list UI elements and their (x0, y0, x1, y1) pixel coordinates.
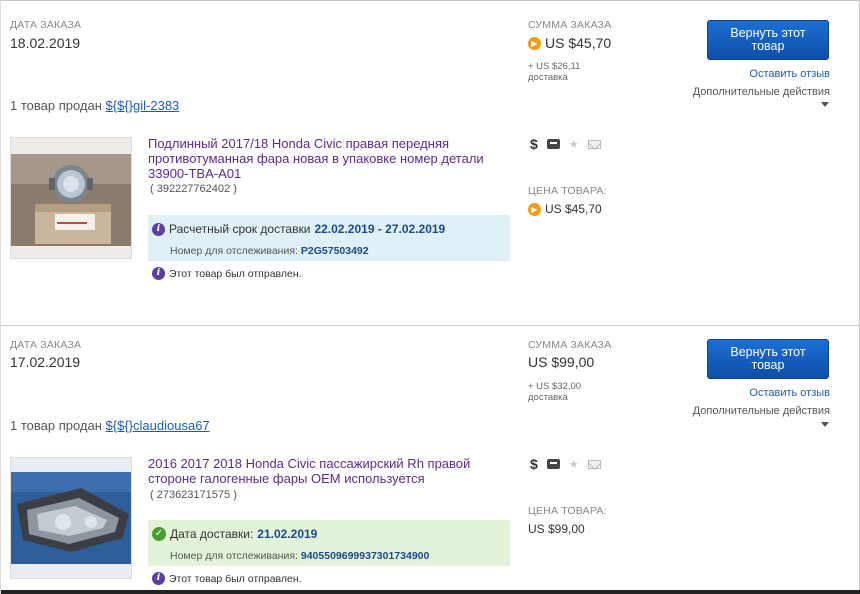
info-icon: i (152, 572, 165, 585)
delivery-status: i Расчетный срок доставки 22.02.2019 - 2… (148, 215, 510, 261)
tracking-label: Номер для отслеживания: (170, 245, 298, 257)
orders-page: ДАТА ЗАКАЗА 18.02.2019 СУММА ЗАКАЗА ▶ US… (0, 0, 860, 594)
order-total-value: US $45,70 (545, 35, 612, 51)
order-date-label: ДАТА ЗАКАЗА (10, 19, 82, 31)
order-total: ▶ US $45,70 (528, 35, 611, 51)
item-thumbnail[interactable] (10, 137, 132, 259)
headlight-image (11, 458, 131, 578)
item-price: US $99,00 (528, 522, 585, 536)
status-icons: $ ★ (530, 136, 601, 152)
return-item-button[interactable]: Вернуть этот товар (707, 339, 829, 379)
dollar-icon: $ (530, 456, 538, 472)
order-total-label: СУММА ЗАКАЗА (528, 19, 612, 31)
item-price-value: US $45,70 (545, 202, 602, 216)
chevron-down-icon[interactable] (821, 102, 829, 107)
tracking-number[interactable]: 9405509699937301734900 (301, 550, 429, 562)
envelope-icon (587, 139, 601, 149)
coin-icon: ▶ (528, 202, 541, 216)
coin-icon: ▶ (528, 36, 541, 50)
shipping-cost-value: + US $26,11 (528, 61, 581, 72)
star-icon: ★ (568, 138, 579, 151)
box-icon (546, 139, 560, 149)
shipped-note: i Этот товар был отправлен. (152, 572, 302, 585)
order-date: 17.02.2019 (10, 354, 81, 370)
shipping-label: доставка (528, 392, 568, 403)
delivery-status: ✓ Дата доставки: 21.02.2019 Номер для от… (148, 520, 510, 566)
shipping-cost: + US $32,00 доставка (528, 381, 581, 403)
item-number: ( 392227762402 ) (150, 183, 237, 195)
item-title-link[interactable]: Подлинный 2017/18 Honda Civic правая пер… (148, 136, 508, 181)
box-icon (546, 459, 560, 469)
tracking-info: Номер для отслеживания: 9405509699937301… (170, 550, 429, 562)
dollar-icon: $ (530, 136, 538, 152)
order-total-value: US $99,00 (528, 354, 595, 370)
tracking-label: Номер для отслеживания: (170, 550, 298, 562)
seller-link[interactable]: ${${}claudiousa67 (106, 418, 210, 433)
sold-by-label: 1 товар продан (10, 98, 102, 113)
shipping-label: доставка (528, 72, 568, 83)
tracking-info: Номер для отслеживания: P2G57503492 (170, 245, 369, 257)
order-card: ДАТА ЗАКАЗА 18.02.2019 СУММА ЗАКАЗА ▶ US… (1, 0, 859, 325)
item-title-link[interactable]: 2016 2017 2018 Honda Civic пассажирский … (148, 456, 508, 486)
shipping-cost-value: + US $32,00 (528, 381, 582, 392)
chevron-down-icon[interactable] (821, 422, 829, 427)
delivery-label: Расчетный срок доставки (169, 222, 311, 236)
item-price-label: ЦЕНА ТОВАРА: (528, 505, 607, 517)
delivery-label: Дата доставки: (170, 527, 254, 541)
sold-by-label: 1 товар продан (10, 418, 102, 433)
shipped-note: i Этот товар был отправлен. (152, 267, 302, 280)
more-actions-link[interactable]: Дополнительные действия (693, 86, 830, 98)
item-price: ▶ US $45,70 (528, 202, 602, 216)
order-date-label: ДАТА ЗАКАЗА (10, 339, 82, 351)
shipping-cost: + US $26,11 доставка (528, 61, 580, 83)
item-thumbnail[interactable] (10, 457, 132, 579)
checkmark-icon: ✓ (152, 527, 166, 541)
leave-feedback-link[interactable]: Оставить отзыв (749, 387, 830, 399)
more-actions-link[interactable]: Дополнительные действия (693, 405, 830, 417)
delivery-confirmed: ✓ Дата доставки: 21.02.2019 (152, 527, 317, 541)
shipped-text: Этот товар был отправлен. (169, 572, 302, 585)
order-total-label: СУММА ЗАКАЗА (528, 339, 612, 351)
envelope-icon (587, 459, 601, 469)
leave-feedback-link[interactable]: Оставить отзыв (749, 68, 830, 80)
star-icon: ★ (568, 458, 579, 471)
order-total: US $99,00 (528, 354, 594, 370)
sold-by: 1 товар продан ${${}gil-2383 (10, 98, 179, 113)
order-card: ДАТА ЗАКАЗА 17.02.2019 СУММА ЗАКАЗА US $… (1, 325, 859, 591)
status-icons: $ ★ (530, 456, 601, 472)
item-price-value: US $99,00 (528, 522, 585, 536)
delivery-date: 21.02.2019 (257, 527, 318, 541)
info-icon: i (152, 267, 165, 280)
item-price-label: ЦЕНА ТОВАРА: (528, 185, 607, 197)
seller-link[interactable]: ${${}gil-2383 (106, 98, 180, 113)
delivery-estimate: i Расчетный срок доставки 22.02.2019 - 2… (152, 222, 445, 236)
fog-light-image (11, 138, 131, 258)
delivery-date: 22.02.2019 - 27.02.2019 (314, 222, 446, 236)
item-number: ( 273623171575 ) (150, 489, 237, 501)
info-icon: i (152, 222, 165, 236)
window-bottom-edge (1, 590, 860, 594)
return-item-button[interactable]: Вернуть этот товар (707, 20, 829, 60)
tracking-number[interactable]: P2G57503492 (301, 245, 369, 257)
shipped-text: Этот товар был отправлен. (169, 267, 302, 280)
sold-by: 1 товар продан ${${}claudiousa67 (10, 418, 210, 433)
order-date: 18.02.2019 (10, 35, 81, 51)
